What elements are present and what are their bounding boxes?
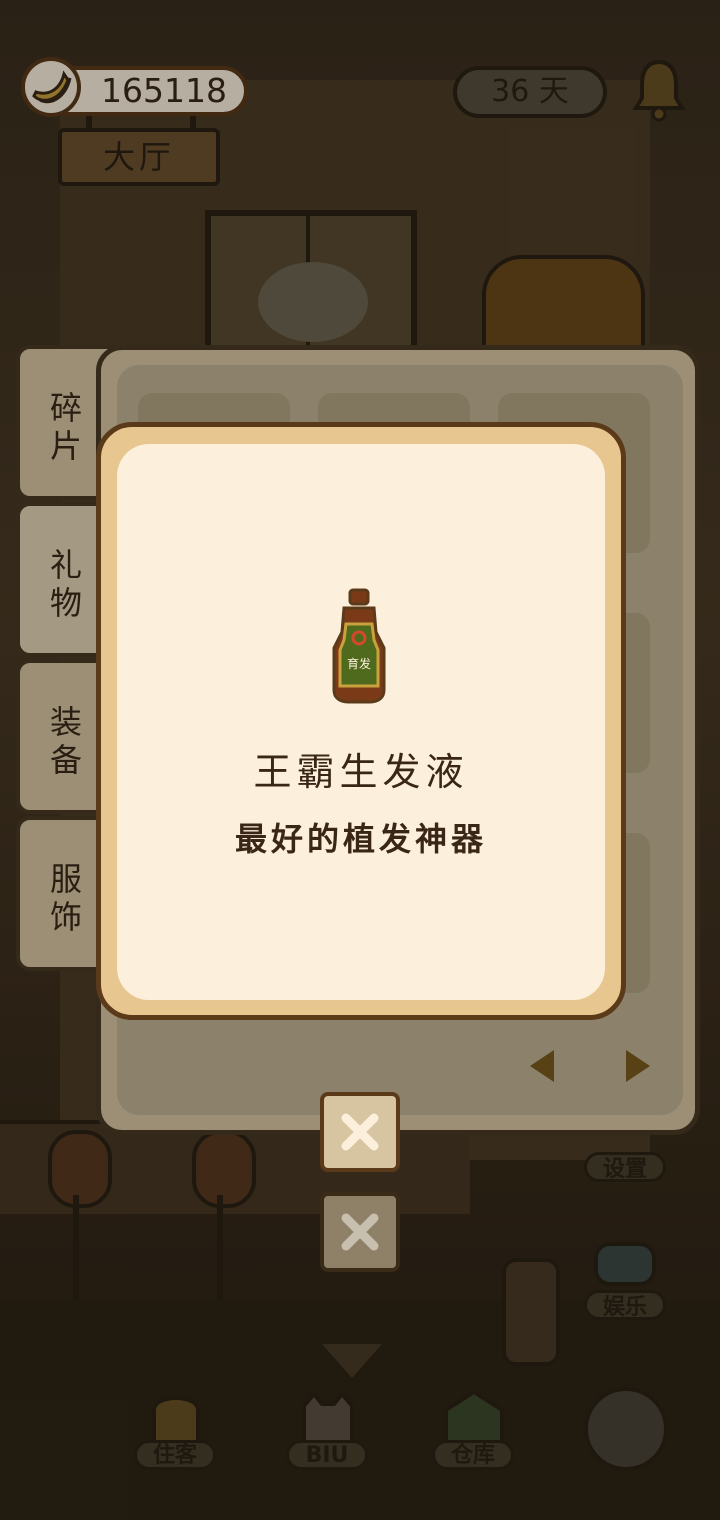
close-icon: [341, 1213, 379, 1251]
item-detail-card: [117, 444, 605, 1000]
svg-text:育发: 育发: [347, 656, 371, 671]
dialog-close-button[interactable]: [320, 1092, 400, 1172]
close-icon: [341, 1113, 379, 1151]
item-description: 最好的植发神器: [234, 820, 487, 858]
panel-close-button[interactable]: [320, 1192, 400, 1272]
hair-tonic-bottle-icon: 育发: [332, 588, 386, 704]
item-name: 王霸生发液: [253, 750, 469, 794]
